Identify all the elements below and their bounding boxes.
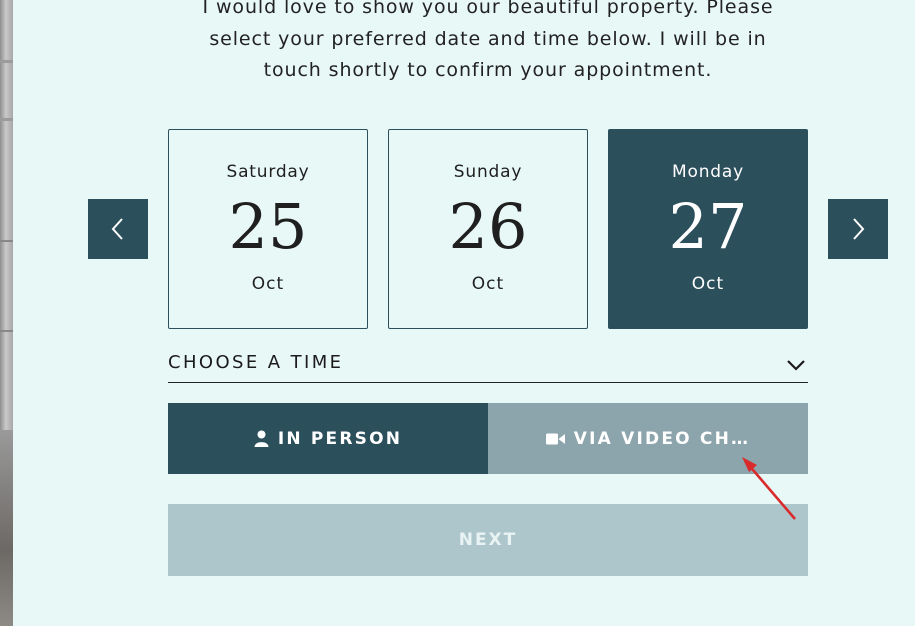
date-weekday: Monday <box>672 162 744 182</box>
next-dates-button[interactable] <box>828 199 888 259</box>
next-button[interactable]: NEXT <box>168 504 808 576</box>
intro-text: I would love to show you our beautiful p… <box>168 0 808 87</box>
intro-line: select your preferred date and time belo… <box>209 27 767 50</box>
chevron-right-icon <box>853 218 865 240</box>
in-person-label: IN PERSON <box>277 428 403 449</box>
intro-line: touch shortly to confirm your appointmen… <box>263 59 713 81</box>
time-dropdown-label: CHOOSE A TIME <box>168 352 344 373</box>
chevron-left-icon <box>111 218 123 240</box>
date-day-number: 25 <box>228 190 308 263</box>
video-chat-label: VIA VIDEO CH… <box>573 428 751 449</box>
date-card-monday[interactable]: Monday 27 Oct <box>608 129 808 329</box>
user-icon <box>254 430 269 447</box>
date-card-saturday[interactable]: Saturday 25 Oct <box>168 129 368 329</box>
date-weekday: Saturday <box>226 162 310 182</box>
annotation-arrow-icon <box>742 457 796 520</box>
previous-dates-button[interactable] <box>88 199 148 259</box>
date-month: Oct <box>471 274 505 294</box>
date-month: Oct <box>691 274 725 294</box>
time-dropdown[interactable]: CHOOSE A TIME <box>168 348 808 383</box>
date-day-number: 27 <box>668 190 748 263</box>
date-weekday: Sunday <box>453 162 523 182</box>
video-camera-icon <box>545 433 565 444</box>
next-button-label: NEXT <box>458 530 518 550</box>
in-person-button[interactable]: IN PERSON <box>168 403 488 474</box>
date-day-number: 26 <box>448 190 528 263</box>
chevron-down-icon <box>787 360 805 371</box>
background-photo-edge <box>0 0 13 626</box>
date-card-sunday[interactable]: Sunday 26 Oct <box>388 129 588 329</box>
intro-line: I would love to show you our beautiful p… <box>202 0 774 18</box>
date-month: Oct <box>251 274 285 294</box>
